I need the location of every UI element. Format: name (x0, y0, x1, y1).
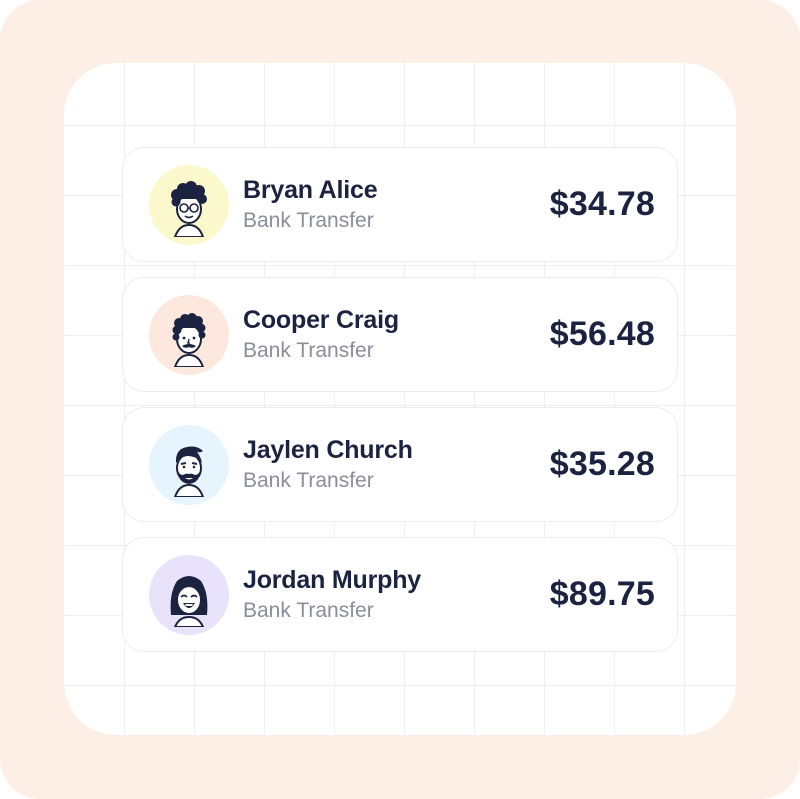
payer-name: Bryan Alice (243, 175, 378, 204)
payment-method: Bank Transfer (243, 208, 374, 232)
laughing-woman-face-icon (170, 575, 208, 627)
curly-hair-glasses-face-icon (171, 180, 207, 237)
payment-method: Bank Transfer (243, 598, 374, 622)
transaction-amount: $56.48 (549, 315, 655, 353)
avatar (149, 424, 229, 505)
avatar (149, 554, 229, 635)
transaction-amount: $35.28 (549, 445, 655, 483)
transactions-card: Bryan Alice Bank Transfer $34.78 Cooper … (64, 63, 736, 735)
payer-name: Jordan Murphy (243, 565, 421, 594)
transaction-info: Jordan Murphy Bank Transfer (243, 565, 550, 625)
transaction-row-bryan-alice[interactable]: Bryan Alice Bank Transfer $34.78 (122, 147, 678, 262)
transaction-row-cooper-craig[interactable]: Cooper Craig Bank Transfer $56.48 (122, 277, 678, 392)
payment-method: Bank Transfer (243, 468, 374, 492)
transaction-row-jordan-murphy[interactable]: Jordan Murphy Bank Transfer $89.75 (122, 537, 678, 652)
transaction-amount: $34.78 (549, 185, 655, 223)
transaction-row-jaylen-church[interactable]: Jaylen Church Bank Transfer $35.28 (122, 407, 678, 522)
transaction-amount: $89.75 (549, 575, 655, 613)
avatar (149, 294, 229, 375)
bearded-face-icon (173, 446, 205, 497)
avatar (149, 164, 229, 245)
payer-name: Cooper Craig (243, 305, 399, 334)
transaction-list: Bryan Alice Bank Transfer $34.78 Cooper … (122, 147, 678, 667)
transaction-info: Bryan Alice Bank Transfer (243, 175, 550, 235)
payer-name: Jaylen Church (243, 435, 413, 464)
outer-frame: Bryan Alice Bank Transfer $34.78 Cooper … (0, 0, 800, 799)
curly-hair-mustache-face-icon (172, 312, 206, 367)
transaction-info: Cooper Craig Bank Transfer (243, 305, 550, 365)
payment-method: Bank Transfer (243, 338, 374, 362)
transaction-info: Jaylen Church Bank Transfer (243, 435, 550, 495)
